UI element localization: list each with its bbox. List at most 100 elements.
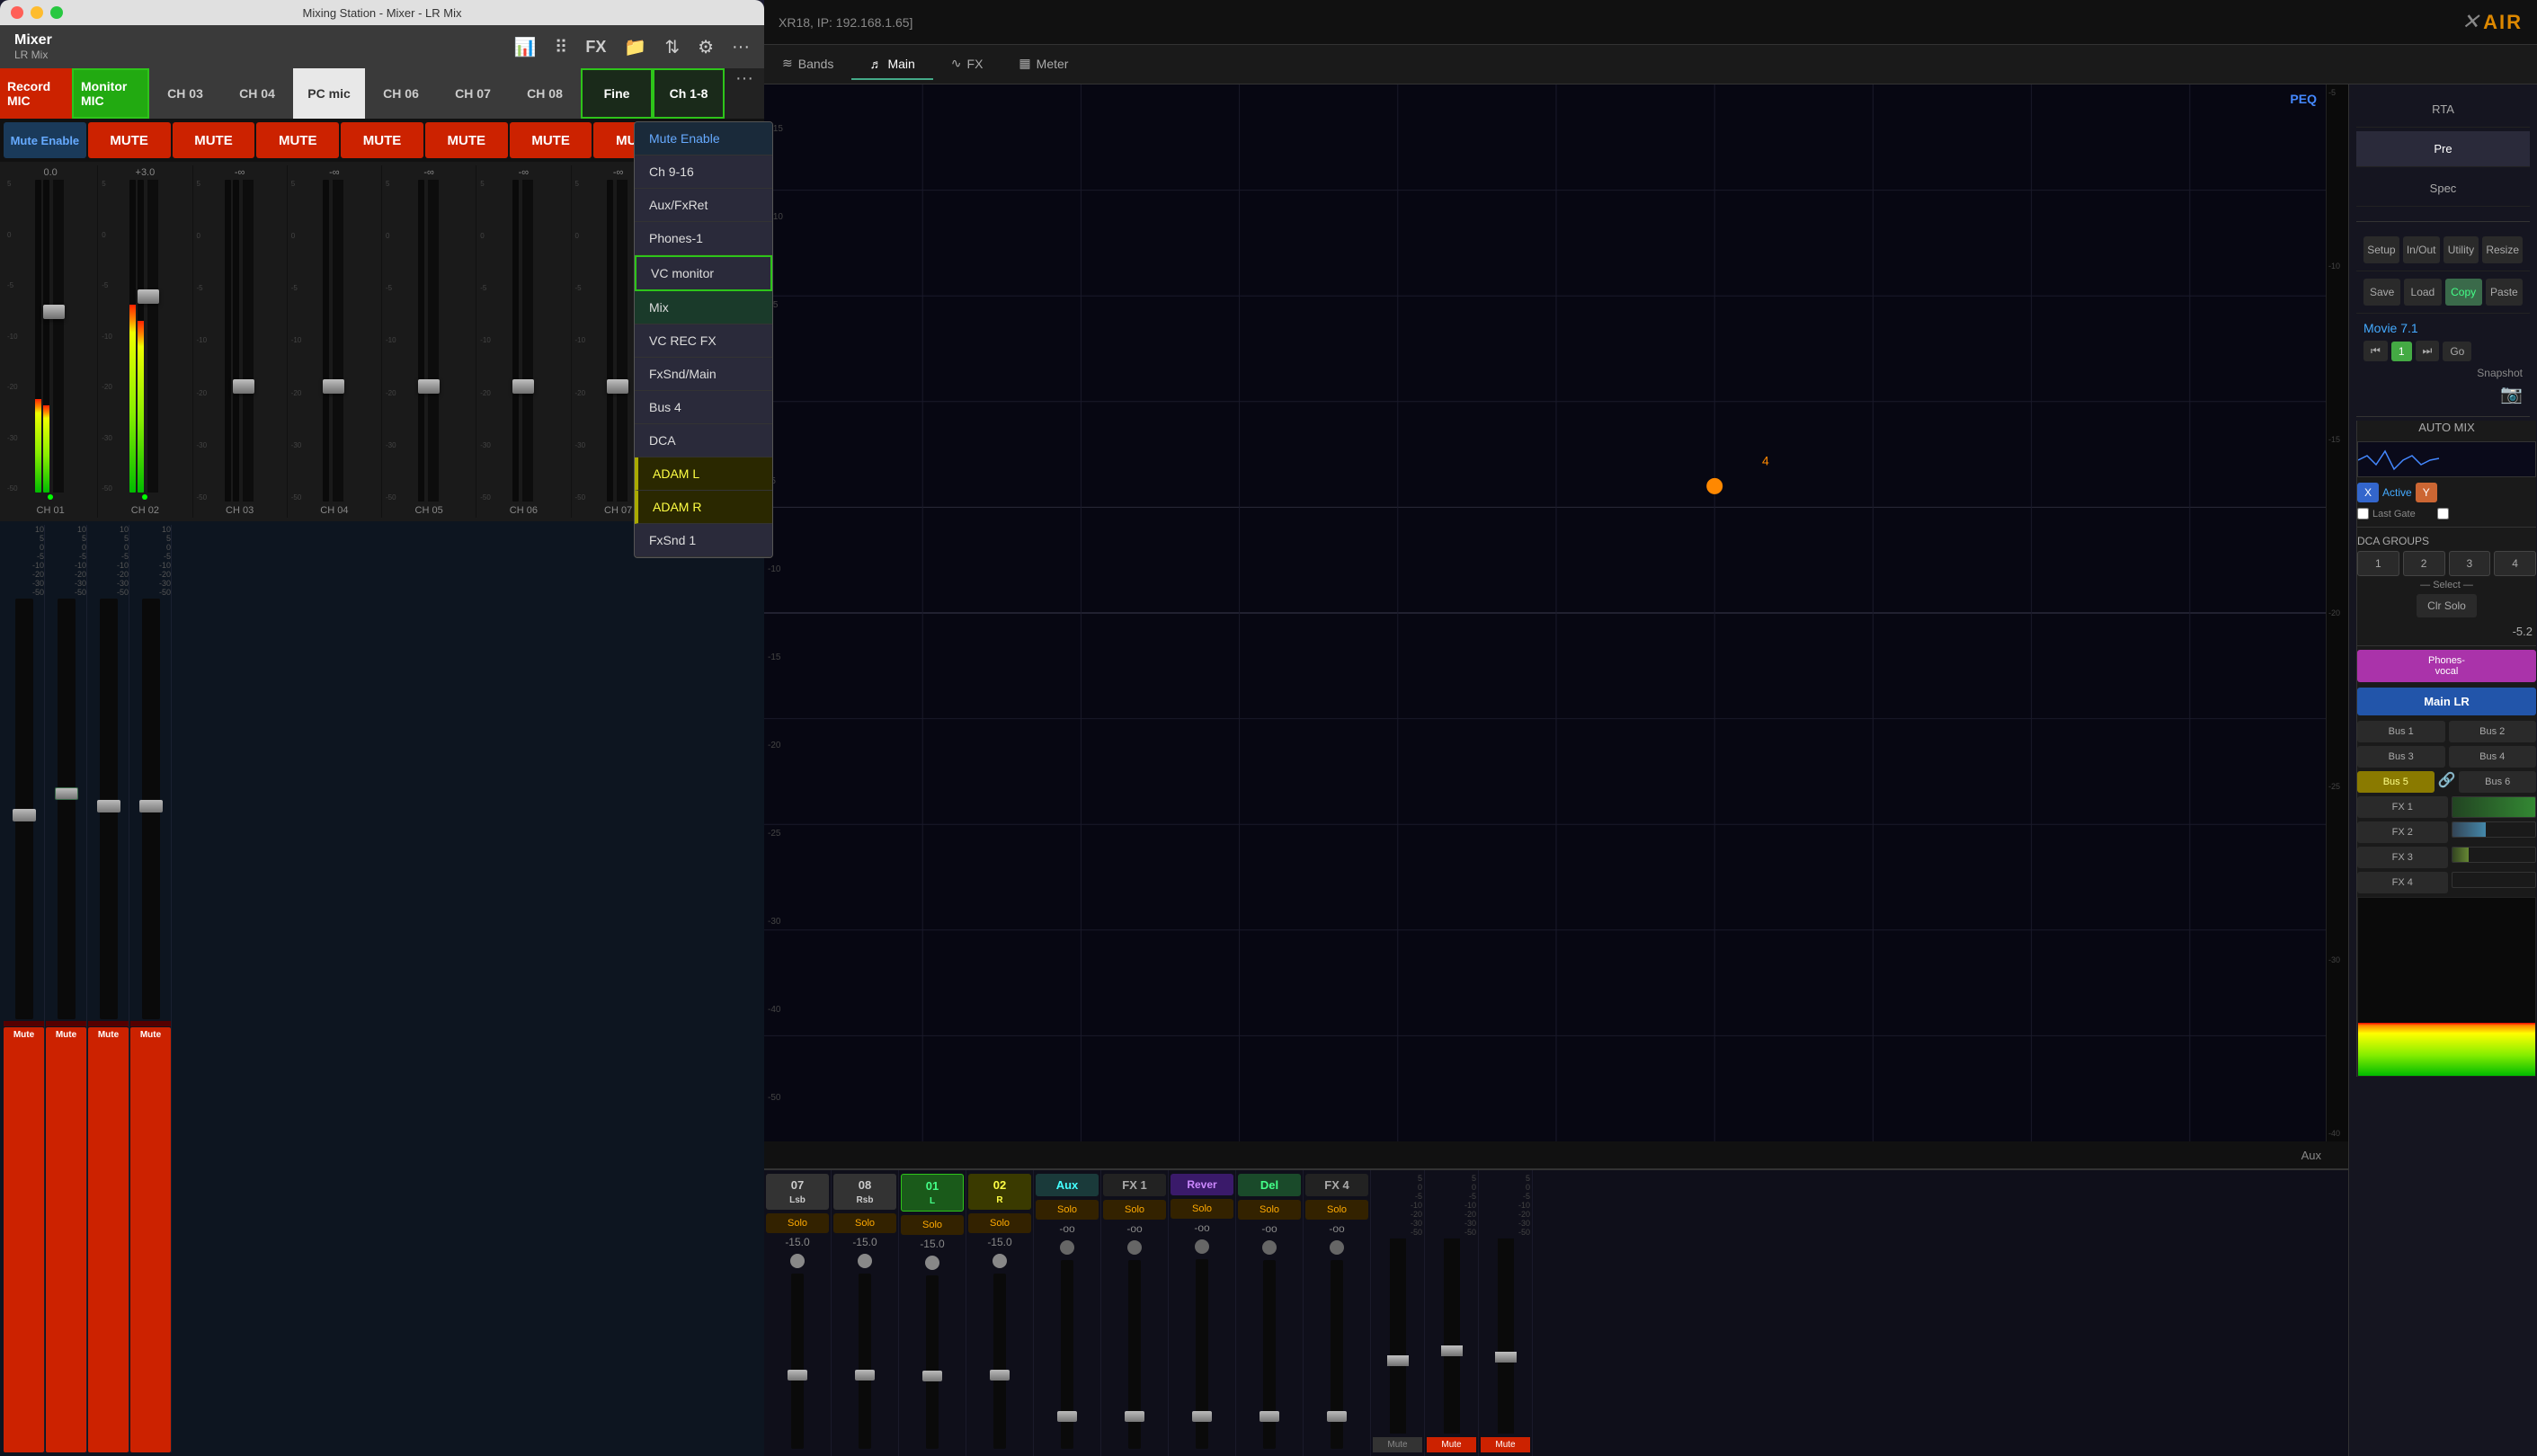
toolbar-bars-icon[interactable]: 📊 bbox=[514, 36, 537, 58]
bus-del-solo[interactable]: Solo bbox=[1238, 1200, 1301, 1220]
bus-07-label[interactable]: 07Lsb bbox=[766, 1174, 829, 1210]
tab-ch06[interactable]: CH 06 bbox=[365, 68, 437, 119]
bus-fx4-label[interactable]: FX 4 bbox=[1305, 1174, 1368, 1196]
dropdown-adam-l[interactable]: ADAM L bbox=[635, 457, 772, 491]
dca-btn-2[interactable]: 2 bbox=[2403, 551, 2445, 576]
dropdown-phones-1[interactable]: Phones-1 bbox=[635, 222, 772, 255]
bus-01-knob[interactable] bbox=[925, 1256, 939, 1270]
mute-enable-button[interactable]: Mute Enable bbox=[4, 122, 86, 158]
bottom-strip-1-fader[interactable] bbox=[15, 599, 33, 1019]
bus-fx1-fader-knob[interactable] bbox=[1125, 1411, 1144, 1422]
main-lr-button[interactable]: Main LR bbox=[2357, 688, 2536, 715]
save-button[interactable]: Save bbox=[2363, 279, 2400, 306]
bus-fx4-fader-track[interactable] bbox=[1331, 1260, 1343, 1449]
dropdown-vc-rec-fx[interactable]: VC REC FX bbox=[635, 324, 772, 358]
bottom-strip-4-knob[interactable] bbox=[139, 800, 163, 812]
bus-07-knob[interactable] bbox=[790, 1254, 805, 1268]
bus-01-fader-knob[interactable] bbox=[922, 1371, 942, 1381]
tab-ch-1-8[interactable]: Ch 1-8 bbox=[653, 68, 725, 119]
mute-btn-6[interactable]: MUTE bbox=[510, 122, 592, 158]
bus-aux-label[interactable]: Aux bbox=[1036, 1174, 1099, 1196]
bus-rever-label[interactable]: Rever bbox=[1171, 1174, 1233, 1195]
ch02-fader-track[interactable] bbox=[147, 180, 158, 493]
extra-strip-3-knob[interactable] bbox=[1495, 1352, 1517, 1363]
extra-strip-2-knob[interactable] bbox=[1441, 1345, 1463, 1356]
toolbar-folder-icon[interactable]: 📁 bbox=[624, 36, 646, 58]
snap-next-button[interactable]: ⏭ bbox=[2416, 341, 2440, 361]
load-button[interactable]: Load bbox=[2404, 279, 2441, 306]
ch05-fader-knob[interactable] bbox=[418, 379, 440, 394]
nav-tab-meter[interactable]: ▦ Meter bbox=[1001, 49, 1086, 80]
bus1-button[interactable]: Bus 1 bbox=[2357, 721, 2445, 742]
snap-go-button[interactable]: Go bbox=[2443, 342, 2471, 361]
dropdown-dca[interactable]: DCA bbox=[635, 424, 772, 457]
toolbar-fx-icon[interactable]: FX bbox=[585, 38, 606, 57]
dropdown-mute-enable[interactable]: Mute Enable bbox=[635, 122, 772, 155]
bottom-mute-2[interactable]: Mute bbox=[46, 1027, 86, 1453]
link-icon[interactable]: 🔗 bbox=[2438, 771, 2456, 793]
bus-del-knob[interactable] bbox=[1262, 1240, 1277, 1255]
toolbar-settings-icon[interactable]: ⚙ bbox=[698, 36, 714, 58]
toolbar-more-icon[interactable]: ··· bbox=[732, 37, 750, 58]
tab-monitor-mic[interactable]: Monitor MIC bbox=[72, 68, 149, 119]
bus-fx4-solo[interactable]: Solo bbox=[1305, 1200, 1368, 1220]
extra-strip-3-fader[interactable] bbox=[1498, 1238, 1514, 1434]
tab-ch03[interactable]: CH 03 bbox=[149, 68, 221, 119]
camera-button[interactable]: 📷 bbox=[2363, 383, 2523, 405]
close-button[interactable] bbox=[11, 6, 23, 19]
extra-strip-1-mute[interactable]: Mute bbox=[1373, 1437, 1422, 1452]
pre-button[interactable]: Pre bbox=[2356, 131, 2530, 167]
mute-btn-2[interactable]: MUTE bbox=[173, 122, 255, 158]
toolbar-grid-icon[interactable]: ⠿ bbox=[555, 36, 568, 58]
nav-tab-main[interactable]: ♬ Main bbox=[851, 49, 932, 80]
bus-02-label[interactable]: 02R bbox=[968, 1174, 1031, 1210]
dca-btn-1[interactable]: 1 bbox=[2357, 551, 2399, 576]
bus-rever-fader-knob[interactable] bbox=[1192, 1411, 1212, 1422]
automix-y-button[interactable]: Y bbox=[2416, 483, 2437, 502]
bus3-button[interactable]: Bus 3 bbox=[2357, 746, 2445, 768]
bottom-mute-1[interactable]: Mute bbox=[4, 1027, 44, 1453]
utility-button[interactable]: Utility bbox=[2444, 236, 2479, 263]
tab-pc-mic[interactable]: PC mic bbox=[293, 68, 365, 119]
mute-btn-4[interactable]: MUTE bbox=[341, 122, 423, 158]
bus-del-fader-track[interactable] bbox=[1263, 1260, 1276, 1449]
bus-08-solo[interactable]: Solo bbox=[833, 1213, 896, 1233]
bus-fx1-solo[interactable]: Solo bbox=[1103, 1200, 1166, 1220]
ch03-fader-knob[interactable] bbox=[233, 379, 254, 394]
bus-02-knob[interactable] bbox=[993, 1254, 1007, 1268]
automix-x-button[interactable]: X bbox=[2357, 483, 2379, 502]
minimize-button[interactable] bbox=[31, 6, 43, 19]
dropdown-fxsnd-main[interactable]: FxSnd/Main bbox=[635, 358, 772, 391]
tab-ch07[interactable]: CH 07 bbox=[437, 68, 509, 119]
clr-solo-button[interactable]: Clr Solo bbox=[2417, 594, 2477, 617]
mute-btn-1[interactable]: MUTE bbox=[88, 122, 171, 158]
bottom-strip-3-knob[interactable] bbox=[97, 800, 120, 812]
bus4-button[interactable]: Bus 4 bbox=[2449, 746, 2537, 768]
bus-07-fader-track[interactable] bbox=[791, 1274, 804, 1449]
ch01-fader-knob[interactable] bbox=[43, 305, 65, 319]
dropdown-vc-monitor[interactable]: VC monitor bbox=[635, 255, 772, 291]
bus-02-solo[interactable]: Solo bbox=[968, 1213, 1031, 1233]
bus-01-label[interactable]: 01L bbox=[901, 1174, 964, 1212]
bottom-strip-2-knob[interactable] bbox=[55, 787, 78, 800]
bottom-mute-3[interactable]: Mute bbox=[88, 1027, 129, 1453]
copy-button[interactable]: Copy bbox=[2445, 279, 2482, 306]
ch06-fader-track[interactable] bbox=[522, 180, 533, 502]
bus-aux-solo[interactable]: Solo bbox=[1036, 1200, 1099, 1220]
bottom-mute-4[interactable]: Mute bbox=[130, 1027, 171, 1453]
bus-fx1-label[interactable]: FX 1 bbox=[1103, 1174, 1166, 1196]
bus-07-fader-knob[interactable] bbox=[788, 1370, 807, 1381]
bus-aux-fader-knob[interactable] bbox=[1057, 1411, 1077, 1422]
bus-del-label[interactable]: Del bbox=[1238, 1174, 1301, 1196]
bus-fx4-knob[interactable] bbox=[1330, 1240, 1344, 1255]
ch01-fader-track[interactable] bbox=[53, 180, 64, 493]
bus6-button[interactable]: Bus 6 bbox=[2459, 771, 2536, 793]
bus-rever-fader-track[interactable] bbox=[1196, 1259, 1208, 1449]
bus5-button[interactable]: Bus 5 bbox=[2357, 771, 2435, 793]
dca-btn-3[interactable]: 3 bbox=[2449, 551, 2491, 576]
rta-button[interactable]: RTA bbox=[2356, 92, 2530, 128]
ch07-fader-track[interactable] bbox=[617, 180, 628, 502]
bus-aux-knob[interactable] bbox=[1060, 1240, 1074, 1255]
extra-strip-3-mute[interactable]: Mute bbox=[1481, 1437, 1530, 1452]
ch07-fader-knob[interactable] bbox=[607, 379, 628, 394]
